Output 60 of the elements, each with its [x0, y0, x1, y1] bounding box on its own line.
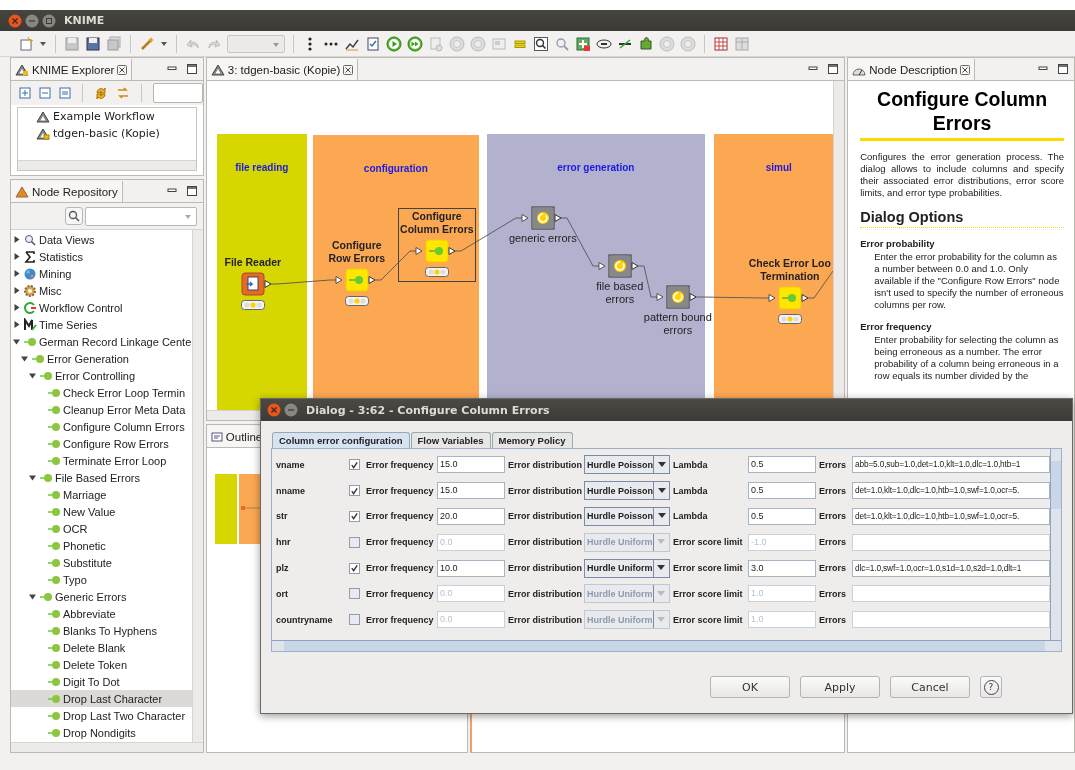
column-name: ort [276, 588, 289, 599]
section-heading: Dialog Options [860, 209, 1064, 228]
field-label: Error distribution [508, 511, 581, 522]
column-name: str [276, 511, 289, 522]
field-label: Error distribution [508, 459, 581, 470]
option-name: Error frequency [860, 321, 933, 332]
column-name: hnr [276, 537, 292, 548]
field-label: Error frequency [366, 485, 434, 496]
field-label: Errors [819, 537, 847, 548]
column-name: nname [276, 485, 306, 496]
field-label: Error frequency [366, 563, 434, 574]
field-label: Error score limit [673, 588, 744, 599]
field-label: Errors [819, 563, 847, 574]
annotation-label: error generation [557, 162, 635, 175]
annotation-label: simul [765, 162, 792, 175]
field-label: Lambda [673, 511, 709, 522]
field-label: Error distribution [508, 614, 581, 625]
node-label: generic errors [508, 232, 577, 245]
annotation-label: configuration [363, 163, 428, 176]
window-title: KNIME [64, 14, 105, 27]
field-label: Error distribution [508, 588, 581, 599]
field-label: Errors [819, 485, 847, 496]
field-label: Error distribution [508, 485, 581, 496]
option-text: Enter the error probability for the column as a number between 0.0 and 1.0. Only available if the "Configure Row Errors" node isn't used to specify the number of erroneous columns per row. [873, 251, 1064, 311]
node-label: Check Error Loo Termination [748, 257, 831, 283]
field-label: Error frequency [366, 614, 434, 625]
dialog-title: Dialog - 3:62 - Configure Column Errors [306, 403, 550, 417]
field-label: Errors [819, 588, 847, 599]
field-label: Error score limit [673, 563, 744, 574]
node-label: pattern bound errors [643, 311, 712, 337]
field-label: Error score limit [673, 537, 744, 548]
description-text: Configures the error generation process. The dialog allows to include columns and specify their associated error distributions, error score limits, and error type probabilities. [860, 151, 1064, 199]
field-label: Lambda [673, 485, 709, 496]
option-text: Enter probability for selecting the column as being erroneous as a number. The error probability of a column being erroneous in a row equals its number divided by the [873, 334, 1060, 382]
field-label: Error distribution [508, 563, 581, 574]
panel-title: KNIME Explorer [32, 63, 115, 76]
description-title: Configure Column Errors [860, 87, 1064, 141]
panel-title: Node Description [869, 63, 958, 76]
field-label: Lambda [673, 459, 709, 470]
field-label: Error score limit [673, 614, 744, 625]
panel-title: Node Repository [32, 185, 118, 198]
node-label: Configure Row Errors [328, 239, 386, 265]
field-label: Errors [819, 459, 847, 470]
field-label: Error frequency [366, 537, 434, 548]
field-label: Error distribution [508, 537, 581, 548]
field-label: Errors [819, 511, 847, 522]
field-label: Error frequency [366, 459, 434, 470]
field-label: Error frequency [366, 588, 434, 599]
column-name: countryname [276, 614, 334, 625]
option-name: Error probability [860, 238, 936, 249]
field-label: Error frequency [366, 511, 434, 522]
node-label: Configure Column Errors [400, 210, 474, 236]
panel-title: Outline [225, 430, 263, 443]
column-name: vname [276, 459, 306, 470]
field-label: Errors [819, 614, 847, 625]
node-label: file based errors [596, 280, 644, 306]
annotation-label: file reading [235, 162, 289, 175]
column-name: plz [276, 563, 290, 574]
node-label: File Reader [224, 256, 282, 269]
panel-title: 3: tdgen-basic (Kopie) [227, 63, 341, 76]
